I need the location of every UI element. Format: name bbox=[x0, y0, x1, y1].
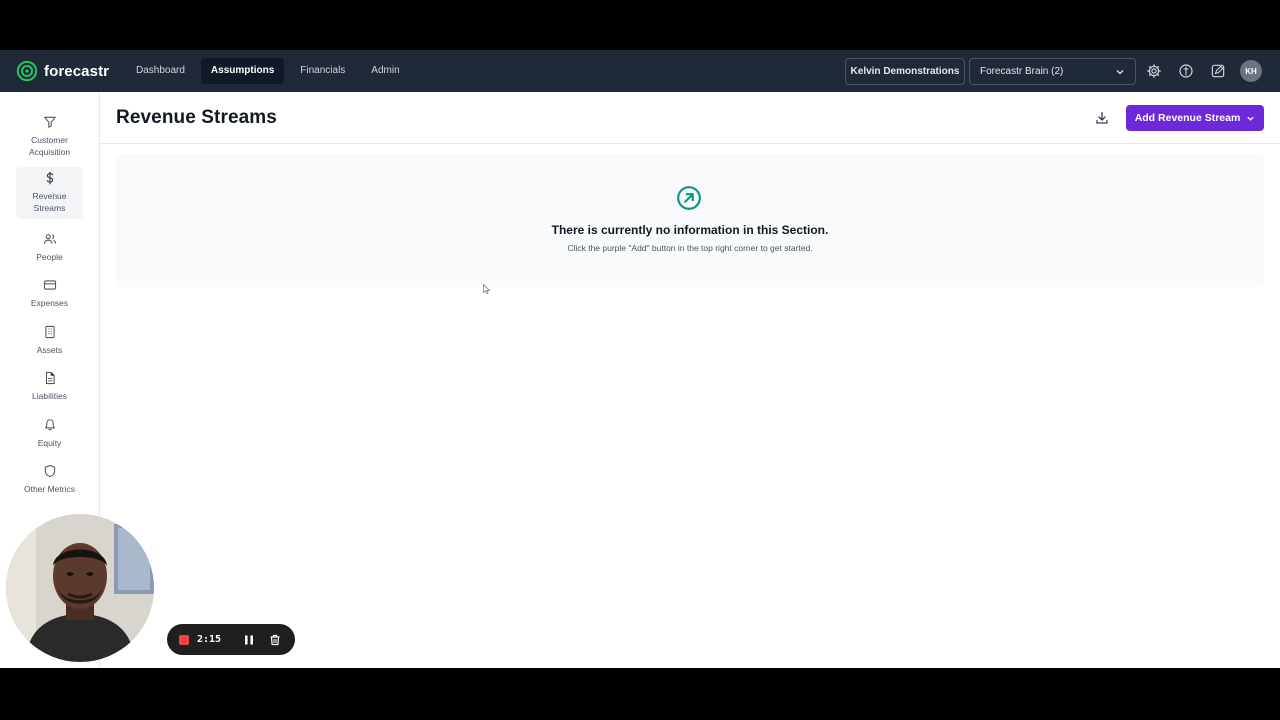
sidebar-item-assets[interactable]: Assets bbox=[16, 321, 83, 356]
sidebar-item-label: Assets bbox=[36, 345, 63, 355]
sidebar-item-label: Other Metrics bbox=[23, 484, 75, 494]
letterbox-bottom bbox=[0, 668, 1280, 720]
building-icon bbox=[44, 325, 55, 339]
organization-button[interactable]: Kelvin Demonstrations bbox=[845, 58, 965, 85]
nav-financials[interactable]: Financials bbox=[290, 58, 355, 84]
gear-icon[interactable] bbox=[1146, 63, 1162, 79]
project-select[interactable]: Forecastr Brain (2) bbox=[969, 58, 1136, 85]
forecastr-logo-icon bbox=[16, 60, 38, 82]
lightbulb-icon[interactable] bbox=[1178, 63, 1194, 79]
sidebar-item-label: Expenses bbox=[30, 298, 69, 308]
sidebar-item-other-metrics[interactable]: Other Metrics bbox=[16, 460, 83, 495]
sidebar-item-expenses[interactable]: Expenses bbox=[16, 274, 83, 309]
empty-state-subtitle: Click the purple "Add" button in the top… bbox=[567, 243, 813, 253]
edit-icon[interactable] bbox=[1210, 63, 1226, 79]
arrow-up-right-circle-icon bbox=[677, 186, 701, 210]
webcam-person-image bbox=[6, 514, 154, 662]
recording-timer: 2:15 bbox=[197, 634, 222, 645]
sidebar-item-liabilities[interactable]: Liabilities bbox=[16, 367, 83, 402]
people-icon bbox=[43, 234, 56, 244]
project-select-label: Forecastr Brain (2) bbox=[980, 66, 1064, 77]
chevron-down-icon bbox=[1247, 116, 1254, 121]
nav-dashboard[interactable]: Dashboard bbox=[126, 58, 195, 84]
empty-state-panel: There is currently no information in thi… bbox=[116, 154, 1264, 287]
sidebar-item-revenue-streams[interactable]: Revenue Streams bbox=[16, 167, 83, 219]
sidebar-item-customer-acquisition[interactable]: Customer Acquisition bbox=[16, 111, 83, 158]
document-icon bbox=[45, 371, 55, 385]
trash-icon[interactable] bbox=[269, 634, 281, 646]
funnel-icon bbox=[43, 116, 56, 128]
top-nav: forecastr Dashboard Assumptions Financia… bbox=[0, 50, 1280, 92]
recorder-toolbar: 2:15 bbox=[167, 624, 295, 655]
sidebar-item-label: Customer Acquisition bbox=[28, 135, 71, 157]
shield-icon bbox=[44, 464, 55, 478]
bell-icon bbox=[44, 419, 55, 431]
add-revenue-stream-button[interactable]: Add Revenue Stream bbox=[1126, 105, 1264, 131]
sidebar-item-people[interactable]: People bbox=[16, 228, 83, 263]
header-divider bbox=[100, 143, 1280, 144]
letterbox-top bbox=[0, 0, 1280, 50]
chevron-down-icon bbox=[1116, 69, 1124, 74]
card-icon bbox=[43, 280, 56, 290]
app-window: forecastr Dashboard Assumptions Financia… bbox=[0, 50, 1280, 668]
user-avatar[interactable]: KH bbox=[1240, 60, 1262, 82]
stop-recording-button[interactable] bbox=[179, 634, 189, 645]
mouse-cursor-icon bbox=[483, 284, 491, 294]
sidebar-item-label: Equity bbox=[37, 438, 62, 448]
logo-text: forecastr bbox=[44, 62, 110, 80]
sidebar-item-equity[interactable]: Equity bbox=[16, 414, 83, 449]
nav-admin[interactable]: Admin bbox=[361, 58, 409, 84]
empty-state-title: There is currently no information in thi… bbox=[551, 223, 829, 237]
pause-icon[interactable] bbox=[243, 634, 255, 646]
sidebar-item-label: People bbox=[36, 252, 63, 262]
nav-links: Dashboard Assumptions Financials Admin bbox=[126, 58, 410, 84]
logo[interactable]: forecastr bbox=[16, 60, 109, 82]
page-title: Revenue Streams bbox=[116, 107, 277, 128]
webcam-bubble[interactable] bbox=[6, 514, 154, 662]
download-icon[interactable] bbox=[1094, 110, 1110, 126]
sidebar-item-label: Liabilities bbox=[32, 391, 67, 401]
add-revenue-stream-label: Add Revenue Stream bbox=[1134, 112, 1241, 124]
nav-assumptions[interactable]: Assumptions bbox=[200, 58, 285, 84]
sidebar-item-label: Revenue Streams bbox=[32, 191, 67, 213]
dollar-icon bbox=[46, 171, 53, 185]
